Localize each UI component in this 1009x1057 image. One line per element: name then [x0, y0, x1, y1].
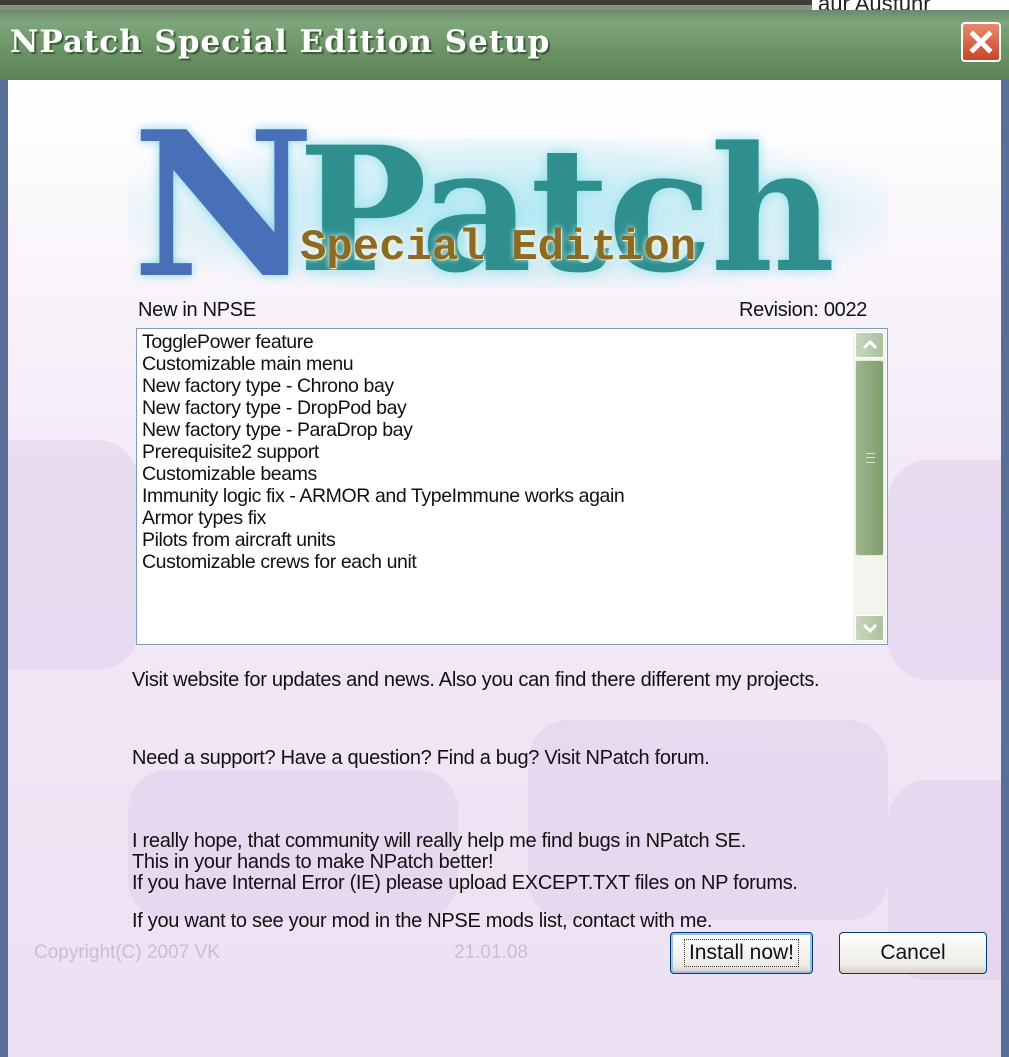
- changes-items: TogglePower feature Customizable main me…: [142, 331, 625, 573]
- list-item[interactable]: TogglePower feature: [142, 331, 624, 353]
- background-decoration: [8, 440, 138, 670]
- window-title: NPatch Special Edition Setup: [10, 24, 551, 60]
- list-item[interactable]: Customizable beams: [142, 463, 624, 485]
- close-icon: [969, 30, 993, 54]
- list-item[interactable]: New factory type - ParaDrop bay: [142, 419, 624, 441]
- website-text: Visit website for updates and news. Also…: [132, 669, 820, 691]
- hope-text-line3: If you have Internal Error (IE) please u…: [132, 872, 798, 894]
- hope-text-line2: This in your hands to make NPatch better…: [132, 851, 494, 873]
- scroll-down-button[interactable]: [855, 615, 884, 641]
- list-item[interactable]: Customizable crews for each unit: [142, 551, 624, 573]
- list-item[interactable]: Customizable main menu: [142, 353, 624, 375]
- list-item[interactable]: Pilots from aircraft units: [142, 529, 624, 551]
- npatch-logo: N Patch Special Edition: [108, 106, 908, 306]
- changes-heading: New in NPSE: [138, 299, 256, 321]
- chevron-up-icon: [862, 340, 877, 350]
- support-text: Need a support? Have a question? Find a …: [132, 747, 710, 769]
- vertical-scrollbar[interactable]: [853, 330, 886, 643]
- chevron-down-icon: [862, 623, 877, 633]
- list-item[interactable]: New factory type - Chrono bay: [142, 375, 624, 397]
- copyright-text: Copyright(C) 2007 VK: [34, 942, 220, 963]
- scroll-thumb[interactable]: [855, 360, 884, 556]
- list-item[interactable]: Immunity logic fix - ARMOR and TypeImmun…: [142, 485, 625, 507]
- scroll-up-button[interactable]: [855, 332, 884, 358]
- logo-letter-n: N: [132, 88, 315, 323]
- dialog-client-area: N Patch Special Edition New in NPSE Revi…: [8, 80, 1001, 1057]
- setup-window: NPatch Special Edition Setup N Patch Spe…: [0, 10, 1009, 1057]
- logo-subtitle: Special Edition: [300, 223, 697, 273]
- install-now-label: Install now!: [683, 939, 800, 967]
- list-item[interactable]: New factory type - DropPod bay: [142, 397, 624, 419]
- revision-label: Revision: 0022: [739, 299, 868, 321]
- scroll-grip-icon: [866, 453, 875, 463]
- title-bar[interactable]: NPatch Special Edition Setup: [0, 10, 1009, 80]
- build-date: 21.01.08: [454, 942, 528, 963]
- mods-text: If you want to see your mod in the NPSE …: [132, 910, 713, 932]
- cancel-button[interactable]: Cancel: [839, 932, 987, 974]
- install-now-button[interactable]: Install now!: [670, 932, 813, 974]
- list-item[interactable]: Prerequisite2 support: [142, 441, 624, 463]
- background-decoration: [888, 460, 1001, 680]
- list-item[interactable]: Armor types fix: [142, 507, 624, 529]
- changes-list[interactable]: TogglePower feature Customizable main me…: [136, 328, 888, 645]
- hope-text-line1: I really hope, that community will reall…: [132, 830, 746, 852]
- close-button[interactable]: [961, 22, 1001, 62]
